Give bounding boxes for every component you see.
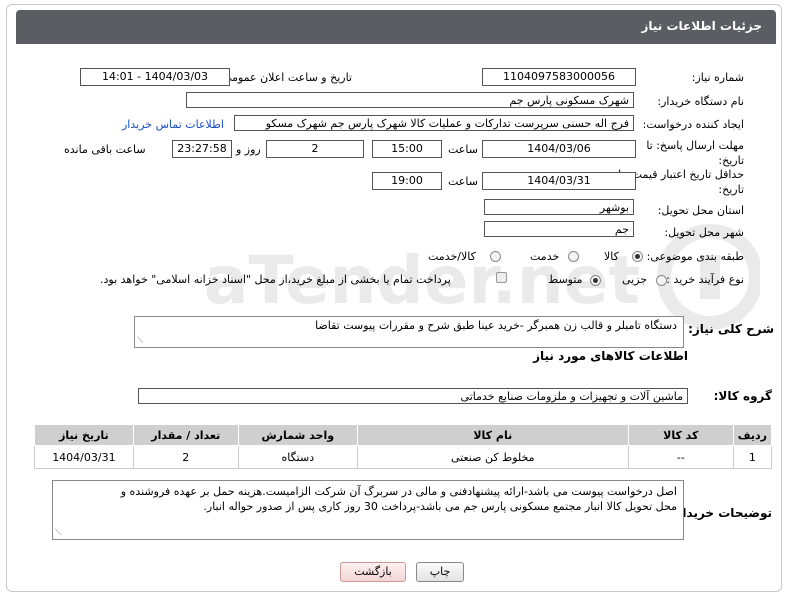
buyer-label: نام دستگاه خریدار: (657, 95, 744, 108)
col-row: ردیف (732, 424, 773, 446)
creator-label: ایجاد کننده درخواست: (642, 118, 744, 131)
treasury-payment-note: پرداخت تمام یا بخشی از مبلغ خرید،از محل … (100, 273, 451, 286)
process-radio-medium[interactable] (590, 275, 601, 286)
reply-deadline-label: مهلت ارسال پاسخ: تا تاریخ: (646, 139, 744, 167)
panel-header: جزئیات اطلاعات نیاز (16, 10, 776, 44)
reply-time-label: ساعت (448, 143, 478, 156)
goods-group-label: گروه کالا: (713, 389, 772, 403)
table-row: 1 -- مخلوط کن صنعتی دستگاه 2 1404/03/31 (34, 445, 773, 469)
process-radio-minor[interactable] (656, 275, 667, 286)
announce-datetime-field: 1404/03/03 - 14:01 (80, 68, 230, 86)
reply-date-field: 1404/03/06 (482, 140, 636, 158)
description-label: شرح کلی نیاز: (688, 322, 774, 336)
buyer-contact-link[interactable]: اطلاعات تماس خریدار (122, 118, 224, 131)
price-validity-time-label: ساعت (448, 175, 478, 188)
province-label: استان محل تحویل: (657, 204, 744, 217)
city-field: جم (484, 221, 634, 237)
col-need-date: تاریخ نیاز (34, 424, 134, 446)
cell-quantity: 2 (132, 445, 239, 469)
price-validity-date-field: 1404/03/31 (482, 172, 636, 190)
category-radio-goods-service[interactable] (490, 251, 501, 262)
announce-label: تاریخ و ساعت اعلان عمومی: (219, 71, 352, 84)
creator-field: فرج اله حسنی سرپرست تدارکات و عملیات کال… (234, 115, 634, 131)
cell-need-date: 1404/03/31 (34, 445, 134, 469)
cell-unit: دستگاه (237, 445, 358, 469)
remaining-time-label: ساعت باقی مانده (64, 143, 146, 156)
category-option-service: خدمت (530, 250, 560, 263)
province-field: بوشهر (484, 199, 634, 215)
resize-grip-icon[interactable]: ⟋ (137, 337, 143, 346)
cell-code: -- (627, 445, 734, 469)
process-label: نوع فرآیند خرید : (666, 273, 744, 286)
col-quantity: تعداد / مقدار (132, 424, 239, 446)
cell-name: مخلوط کن صنعتی (356, 445, 629, 469)
category-radio-service[interactable] (568, 251, 579, 262)
city-label: شهر محل تحویل: (664, 226, 744, 239)
category-option-goods-service: کالا/خدمت (428, 250, 476, 263)
buyer-notes-line-2: محل تحویل کالا انبار مجتمع مسکونی پارس ج… (203, 500, 677, 513)
buyer-notes-textarea[interactable]: اصل درخواست پیوست می باشد-ارائه پیشنهادف… (52, 480, 684, 540)
goods-table: ردیف کد کالا نام کالا واحد شمارش تعداد /… (34, 424, 773, 469)
need-number-label: شماره نیاز: (691, 71, 744, 84)
process-option-medium: متوسط (548, 273, 583, 286)
cell-row: 1 (732, 445, 773, 469)
description-text: دستگاه تامبلر و قالب زن همبرگر -خرید عین… (315, 319, 677, 332)
goods-group-field: ماشین آلات و تجهیزات و ملزومات صنایع خدم… (138, 388, 688, 404)
reply-time-field: 15:00 (372, 140, 442, 158)
remaining-time-field: 23:27:58 (172, 140, 232, 158)
days-label: روز و (236, 143, 261, 156)
col-unit: واحد شمارش (237, 424, 358, 446)
buyer-notes-label: توضیحات خریدار: (670, 506, 772, 520)
back-button[interactable]: بازگشت (340, 562, 406, 582)
col-code: کد کالا (627, 424, 734, 446)
goods-table-header: ردیف کد کالا نام کالا واحد شمارش تعداد /… (34, 424, 773, 446)
category-radio-goods[interactable] (632, 251, 643, 262)
price-validity-time-field: 19:00 (372, 172, 442, 190)
category-option-goods: کالا (604, 250, 619, 263)
buyer-field: شهرک مسکونی پارس جم (186, 92, 634, 108)
process-option-minor: جزیی (622, 273, 648, 286)
buyer-notes-line-1: اصل درخواست پیوست می باشد-ارائه پیشنهادف… (120, 485, 677, 498)
print-button[interactable]: چاپ (416, 562, 464, 582)
goods-section-title: اطلاعات کالاهای مورد نیاز (533, 349, 688, 363)
category-label: طبقه بندی موضوعی: (646, 250, 744, 263)
treasury-payment-checkbox[interactable] (496, 272, 507, 283)
need-number-field: 1104097583000056 (482, 68, 636, 86)
panel-title: جزئیات اطلاعات نیاز (641, 19, 762, 33)
days-remaining-field: 2 (266, 140, 364, 158)
resize-grip-icon[interactable]: ⟋ (55, 529, 61, 538)
col-name: نام کالا (356, 424, 629, 446)
description-textarea[interactable]: دستگاه تامبلر و قالب زن همبرگر -خرید عین… (134, 316, 684, 348)
